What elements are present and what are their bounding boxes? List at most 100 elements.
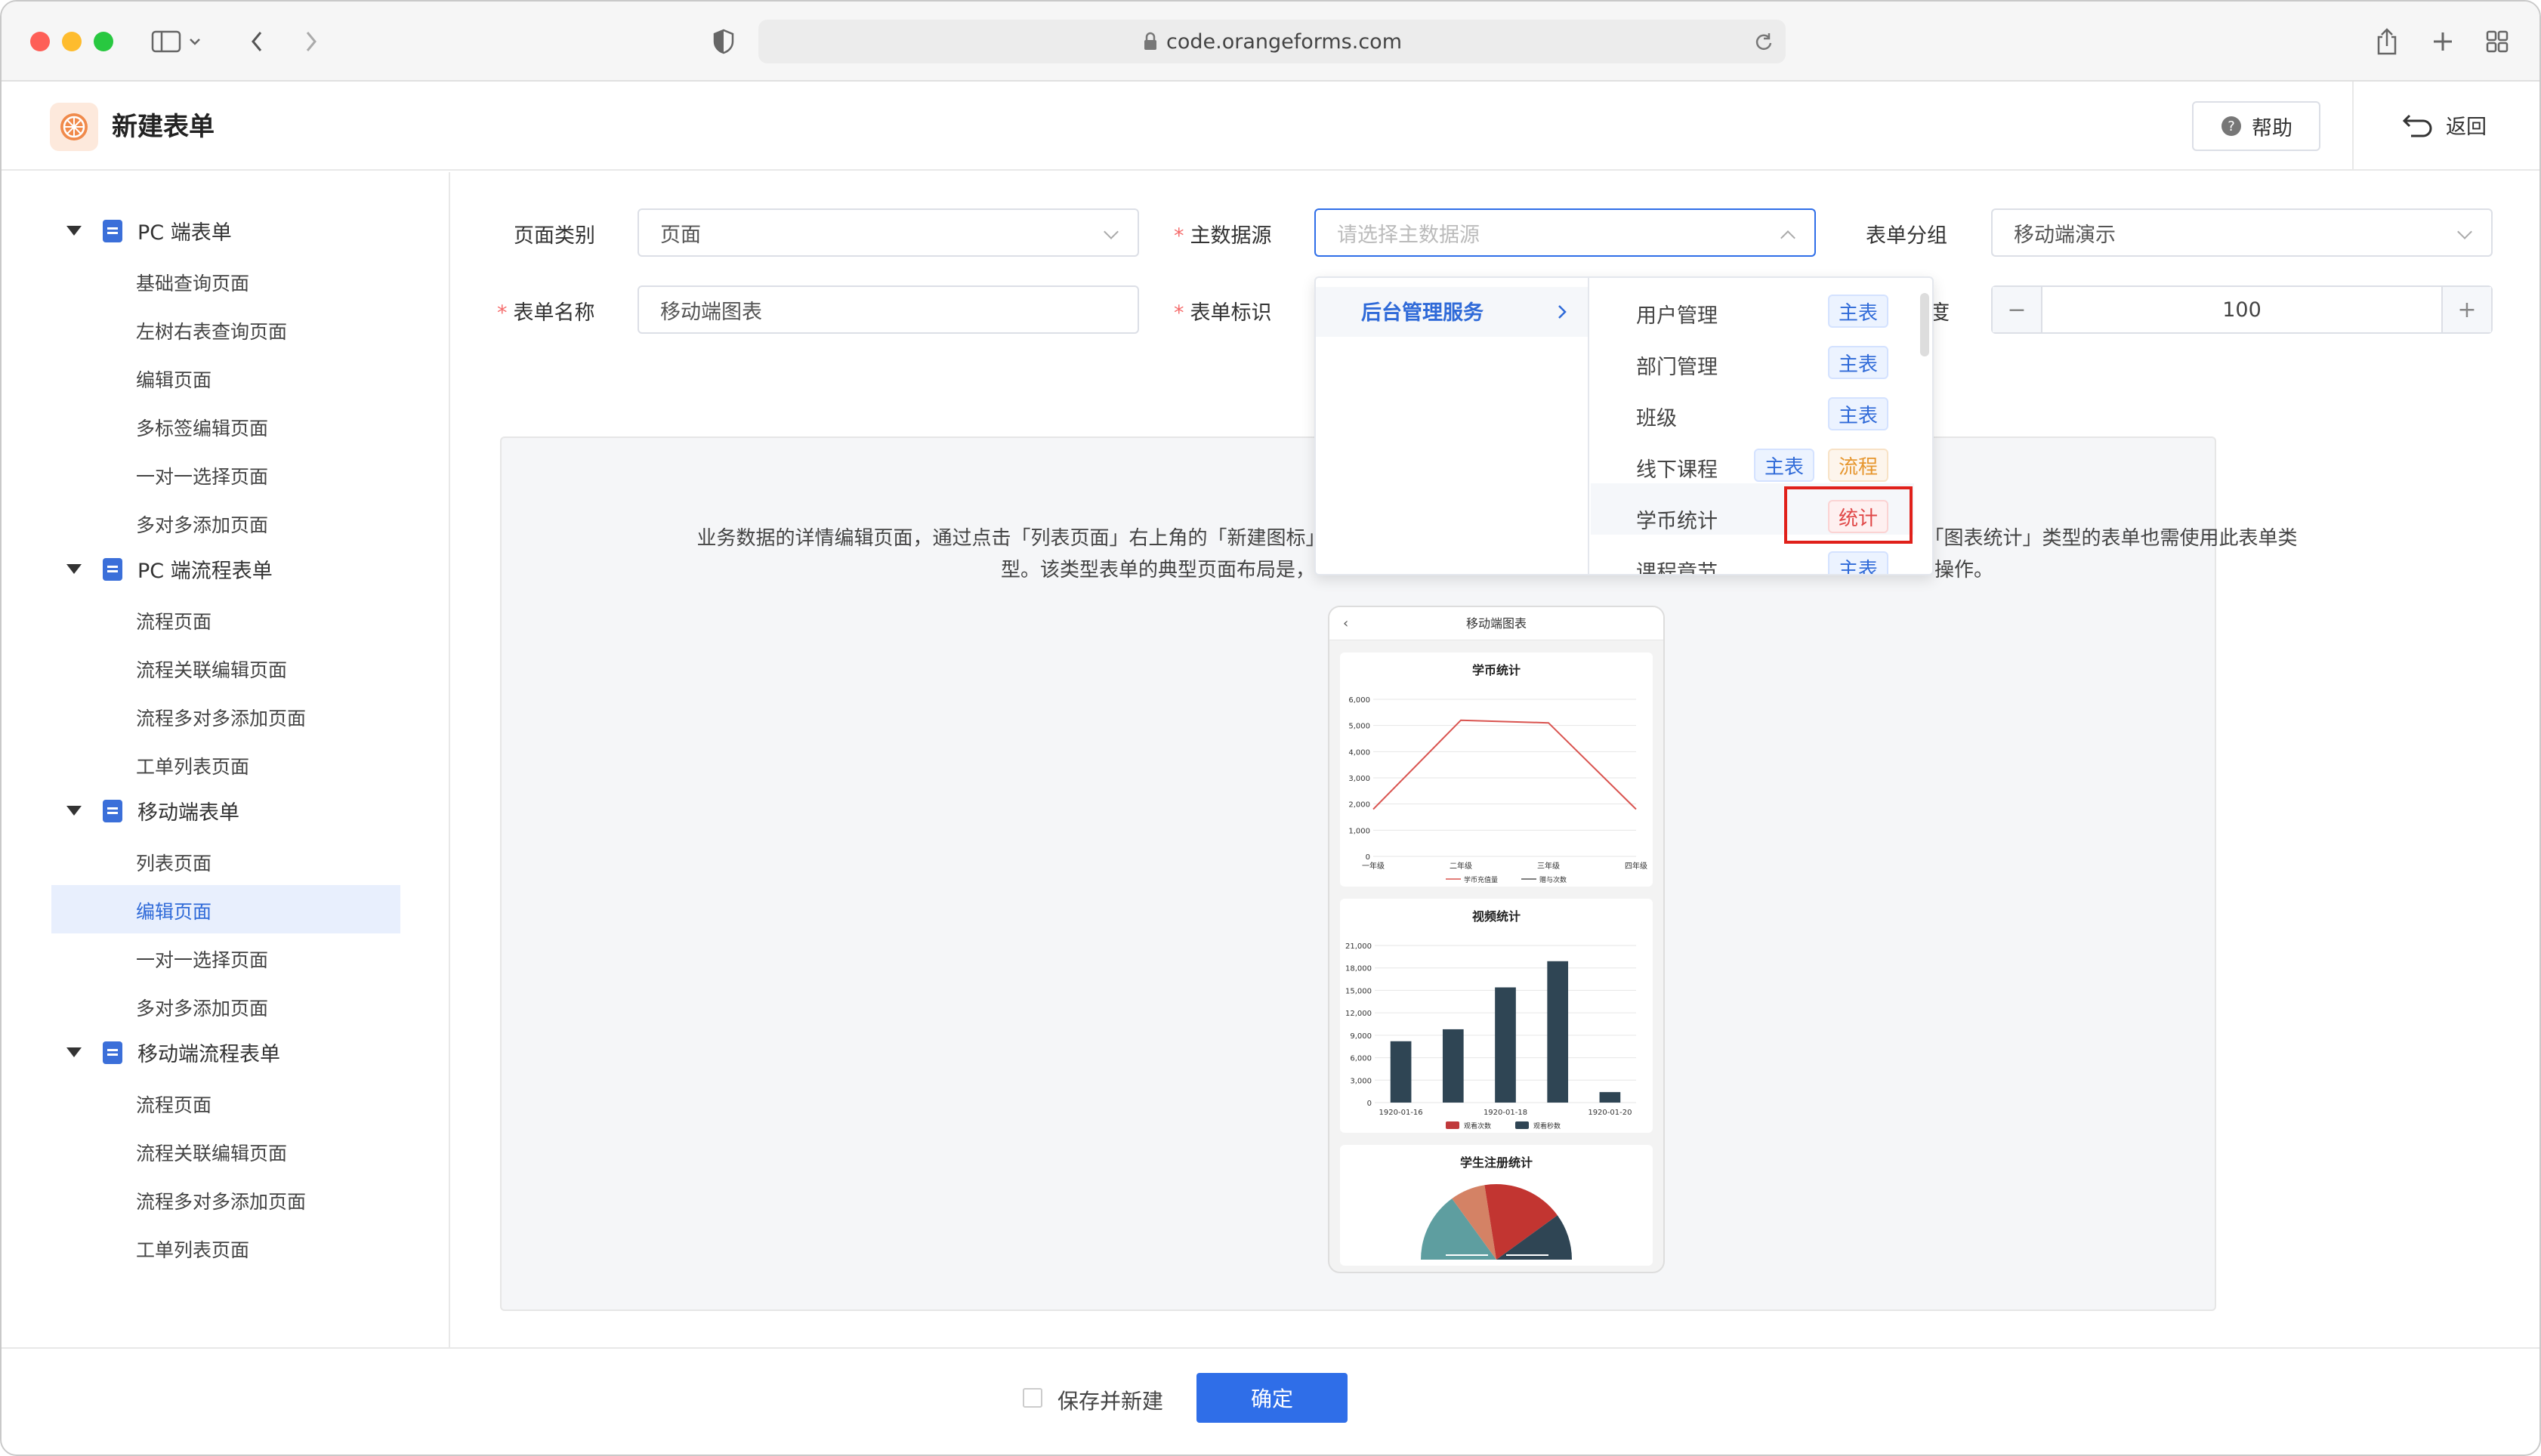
tag-main: 主表 [1828, 551, 1889, 574]
shield-icon[interactable] [709, 23, 739, 60]
forward-nav-icon[interactable] [296, 23, 326, 60]
tree-item[interactable]: 左树右表查询页面 [136, 317, 287, 344]
y-tick-label: 18,000 [1345, 965, 1372, 973]
tree-item[interactable]: 工单列表页面 [136, 752, 249, 779]
bar [1442, 1029, 1464, 1103]
back-button[interactable]: 返回 [2402, 110, 2487, 140]
tree-item[interactable]: 流程多对多添加页面 [136, 704, 306, 731]
y-tick-label: 6,000 [1348, 696, 1370, 705]
decrement-button[interactable]: − [1993, 287, 2042, 332]
y-tick-label: 9,000 [1350, 1032, 1372, 1041]
form-name-input[interactable]: 移动端图表 [638, 285, 1139, 334]
mobile-preview: ‹ 移动端图表 学币统计 0 1,000 2,000 3,000 4,000 5,000 6… [1328, 606, 1665, 1273]
legend-swatch [1446, 1121, 1459, 1129]
width-stepper[interactable]: − 100 + [1991, 285, 2493, 334]
save-new-checkbox[interactable] [1023, 1388, 1042, 1408]
sidebar-toggle-icon[interactable] [147, 23, 207, 60]
tree-item-selected[interactable]: 编辑页面 [136, 897, 211, 924]
chart-card-video: 视频统计 0 3,000 6,000 9,000 12,000 15,000 18,000 2… [1340, 899, 1653, 1133]
share-icon[interactable] [2370, 23, 2404, 60]
tree-item[interactable]: 多对多添加页面 [136, 511, 268, 538]
option-user[interactable]: 用户管理 [1636, 299, 1718, 329]
tree-group-pc-form[interactable]: PC 端表单 [66, 216, 232, 245]
datasource-select[interactable]: 请选择主数据源 [1314, 208, 1816, 257]
tab-overview-icon[interactable] [2481, 23, 2514, 60]
document-icon [103, 1041, 122, 1064]
confirm-button[interactable]: 确定 [1196, 1373, 1348, 1423]
x-tick-label: 四年级 [1625, 861, 1647, 871]
chart-title: 视频统计 [1471, 909, 1521, 924]
option-coin-stats[interactable]: 学币统计 [1636, 504, 1718, 534]
tree-item[interactable]: 多对多添加页面 [136, 994, 268, 1021]
group-select[interactable]: 移动端演示 [1991, 208, 2493, 257]
datasource-dropdown: 后台管理服务 用户管理 主表 部门管理 主表 班级 主表 线下课程 主表 流程 … [1314, 276, 1934, 575]
line-chart: 0 1,000 2,000 3,000 4,000 5,000 6,000 一年级 二年级 三年级… [1348, 696, 1647, 884]
bar [1390, 1041, 1412, 1103]
browser-window: code.orangeforms.com 新建表单 ? 帮助 返回 PC 端表单… [0, 0, 2541, 1456]
page-type-select[interactable]: 页面 [638, 208, 1139, 257]
page-type-label: 页面类别 [514, 224, 595, 248]
zoom-window-button[interactable] [94, 32, 113, 51]
option-class[interactable]: 班级 [1636, 402, 1677, 431]
selected-highlight [51, 885, 400, 933]
browser-toolbar: code.orangeforms.com [2, 2, 2539, 82]
tree-group-pc-flow-form[interactable]: PC 端流程表单 [66, 554, 273, 584]
bar-chart: 0 3,000 6,000 9,000 12,000 15,000 18,000 21,000… [1345, 942, 1636, 1131]
y-tick-label: 6,000 [1350, 1055, 1372, 1063]
y-tick-label: 4,000 [1348, 748, 1370, 757]
width-value: 100 [2222, 298, 2262, 322]
option-dept[interactable]: 部门管理 [1636, 350, 1718, 380]
x-tick-label: 一年级 [1362, 861, 1385, 871]
tag-flow: 流程 [1828, 449, 1889, 482]
tree-item[interactable]: 流程关联编辑页面 [136, 656, 287, 683]
tree-item[interactable]: 工单列表页面 [136, 1235, 249, 1263]
legend-label: 观看秒数 [1533, 1121, 1561, 1131]
document-icon [103, 557, 122, 581]
minimize-window-button[interactable] [62, 32, 82, 51]
y-tick-label: 3,000 [1348, 775, 1370, 783]
tree-item[interactable]: 流程页面 [136, 1090, 211, 1118]
legend-label: 赠与次数 [1539, 875, 1567, 884]
help-button[interactable]: ? 帮助 [2192, 101, 2320, 151]
new-tab-icon[interactable] [2426, 23, 2459, 60]
preview-title: 移动端图表 [1465, 616, 1527, 631]
legend-swatch [1515, 1121, 1529, 1129]
tree-item[interactable]: 多标签编辑页面 [136, 414, 268, 441]
pie-chart [1421, 1184, 1572, 1260]
y-tick-label: 3,000 [1350, 1077, 1372, 1085]
app-header: 新建表单 ? 帮助 返回 [2, 82, 2539, 171]
legend-label: 学币充值量 [1464, 875, 1498, 884]
reload-icon[interactable] [1754, 32, 1774, 51]
tag-main: 主表 [1754, 449, 1815, 482]
tree-item[interactable]: 流程关联编辑页面 [136, 1139, 287, 1166]
tree-item[interactable]: 列表页面 [136, 849, 211, 876]
chart-card-student: 学生注册统计 [1340, 1145, 1653, 1266]
svg-text:?: ? [2228, 119, 2235, 134]
service-item[interactable]: 后台管理服务 [1361, 296, 1484, 325]
page-title: 新建表单 [112, 112, 215, 142]
back-nav-icon[interactable] [242, 23, 272, 60]
tree-item[interactable]: 一对一选择页面 [136, 945, 268, 973]
y-tick-label: 12,000 [1345, 1010, 1372, 1018]
tree-group-mobile-flow-form[interactable]: 移动端流程表单 [66, 1038, 280, 1067]
back-arrow-icon: ‹ [1343, 615, 1349, 631]
logo-icon [50, 103, 98, 151]
option-course[interactable]: 线下课程 [1636, 453, 1718, 483]
datasource-label: * 主数据源 [1174, 224, 1272, 248]
scrollbar[interactable] [1920, 293, 1929, 356]
chevron-down-icon [1104, 224, 1119, 239]
tree-item[interactable]: 基础查询页面 [136, 269, 249, 296]
tree-item[interactable]: 流程多对多添加页面 [136, 1187, 306, 1214]
increment-button[interactable]: + [2441, 287, 2491, 332]
option-chapter[interactable]: 课程章节 [1636, 556, 1718, 574]
y-tick-label: 2,000 [1348, 801, 1370, 810]
tree-item[interactable]: 一对一选择页面 [136, 462, 268, 489]
address-bar[interactable]: code.orangeforms.com [758, 20, 1786, 63]
group-label: 表单分组 [1866, 224, 1947, 248]
dropdown-left-pane: 后台管理服务 [1316, 278, 1589, 574]
tree-group-mobile-form[interactable]: 移动端表单 [66, 796, 239, 825]
tree-item[interactable]: 流程页面 [136, 607, 211, 634]
chevron-down-icon [2457, 224, 2472, 239]
close-window-button[interactable] [30, 32, 50, 51]
tree-item[interactable]: 编辑页面 [136, 366, 211, 393]
